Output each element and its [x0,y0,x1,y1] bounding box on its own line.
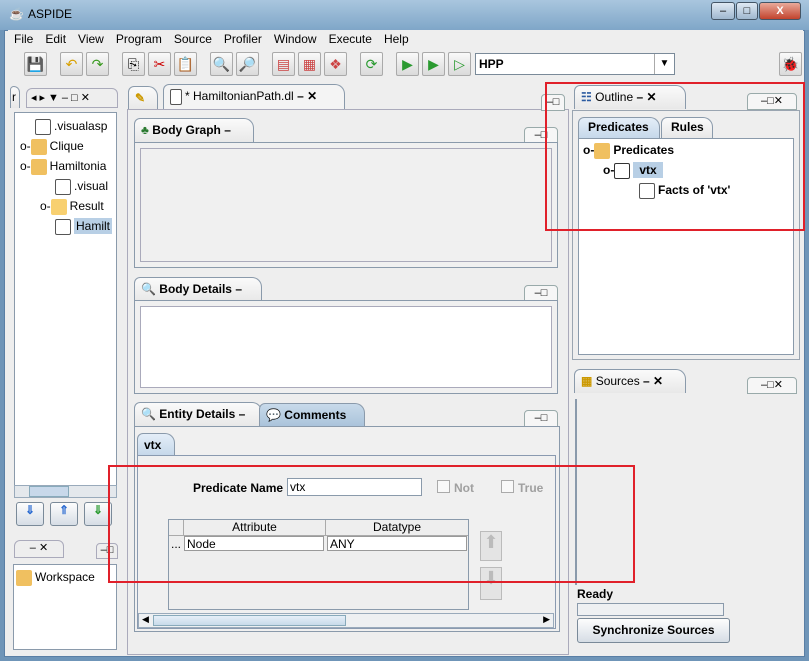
refresh-icon[interactable]: ⟳ [360,52,383,76]
save-icon[interactable]: 💾 [24,52,47,76]
tab-vtx[interactable]: vtx [137,433,175,455]
run-config-select[interactable]: HPP [475,53,675,75]
graph-icon: ♣ [141,123,149,137]
cut-icon[interactable]: ✂ [148,52,171,76]
tree-item[interactable]: .visualasp [54,119,107,133]
rules-icon[interactable]: ▦ [298,52,321,76]
menu-window[interactable]: Window [274,32,317,46]
sources-controls[interactable]: –□✕ [747,377,797,394]
menu-source[interactable]: Source [174,32,212,46]
status-text: Ready [577,587,614,601]
redo-icon[interactable]: ↷ [86,52,109,76]
tab-hamiltonianpath[interactable]: * HamiltonianPath.dl – ✕ [163,84,345,110]
java-icon: ☕ [9,7,24,21]
close-icon[interactable]: – ✕ [297,89,317,103]
maximize-button[interactable]: □ [736,2,758,20]
rules-multi-icon[interactable]: ❖ [324,52,347,76]
dlv-file-icon [170,89,182,105]
run-icon[interactable]: ▶ [396,52,419,76]
project-folder-icon [30,159,47,175]
minimize-button[interactable]: – [711,2,735,20]
menu-help[interactable]: Help [384,32,409,46]
entity-horizontal-scrollbar[interactable]: ◀ ▶ [138,613,554,628]
body-details-panel [134,300,558,394]
highlight-box-outline [545,82,805,231]
toolbar: 💾 ↶ ↷ ⎘ ✂ 📋 🔍 🔎 ▤ ▦ ❖ ⟳ ▶ ▶ ▷ 🐞 [8,49,803,79]
chevron-down-icon[interactable]: ▼ [654,54,674,74]
tree-item[interactable]: Hamiltonia [50,159,107,173]
menu-file[interactable]: File [14,32,33,46]
dlv-file-icon [55,219,71,235]
tab-entity-details[interactable]: 🔍 Entity Details – [134,402,262,426]
bug-icon[interactable]: 🐞 [779,52,802,76]
menu-edit[interactable]: Edit [45,32,66,46]
edit-mode-tab[interactable]: ✎ [128,86,158,110]
move-down-icon[interactable]: ⇓ [16,502,44,526]
tree-item-selected[interactable]: Hamilt [74,218,113,235]
find-icon[interactable]: 🔍 [210,52,233,76]
explorer-controls[interactable]: ◂▸▼–□✕ [26,88,118,108]
workspace-item[interactable]: Workspace [35,570,95,584]
entity-details-controls[interactable]: –□ [524,410,558,427]
project-folder-icon [30,139,47,155]
menu-view[interactable]: View [78,32,104,46]
tab-sources[interactable]: ▦ Sources – ✕ [574,369,686,393]
close-button[interactable]: X [759,2,801,20]
body-graph-panel [134,142,558,268]
menu-program[interactable]: Program [116,32,162,46]
synchronize-sources-button[interactable]: Synchronize Sources [577,618,730,643]
progress-bar [577,603,724,616]
sources-icon: ▦ [581,374,593,388]
horizontal-scrollbar[interactable] [14,485,117,498]
entity-icon: 🔍 [141,407,156,421]
menu-profiler[interactable]: Profiler [224,32,262,46]
xml-file-icon [35,119,51,135]
undo-icon[interactable]: ↶ [60,52,83,76]
xml-file-icon [55,179,71,195]
rule-icon[interactable]: ▤ [272,52,295,76]
tab-comments[interactable]: 💬 Comments [259,403,365,427]
tab-body-details[interactable]: 🔍 Body Details – [134,277,262,301]
workspace-panel: Workspace [13,564,117,650]
menu-bar: File Edit View Program Source Profiler Window E… [8,30,803,48]
highlight-box-entity [108,465,635,583]
tree-item[interactable]: Clique [50,139,84,153]
folder-icon [50,199,67,215]
workspace-icon [16,570,32,586]
tab-explorer[interactable]: r [10,86,20,108]
debug-icon[interactable]: ▶ [422,52,445,76]
project-tree: .visualasp o- Clique o- Hamiltonia .visual… [14,112,117,498]
menu-execute[interactable]: Execute [329,32,372,46]
details-icon: 🔍 [141,282,156,296]
workspace-tab-controls[interactable]: – ✕ [14,540,64,558]
comment-icon: 💬 [266,408,281,422]
tree-item[interactable]: Result [70,199,104,213]
tree-item[interactable]: .visual [74,179,108,193]
replace-icon[interactable]: 🔎 [236,52,259,76]
tab-body-graph[interactable]: ♣ Body Graph – [134,118,254,142]
title-bar [0,0,809,30]
paste-icon[interactable]: 📋 [174,52,197,76]
copy-icon[interactable]: ⎘ [122,52,145,76]
play-icon[interactable]: ▷ [448,52,471,76]
window-title: ASPIDE [28,7,73,21]
move-up-icon[interactable]: ⇑ [50,502,78,526]
